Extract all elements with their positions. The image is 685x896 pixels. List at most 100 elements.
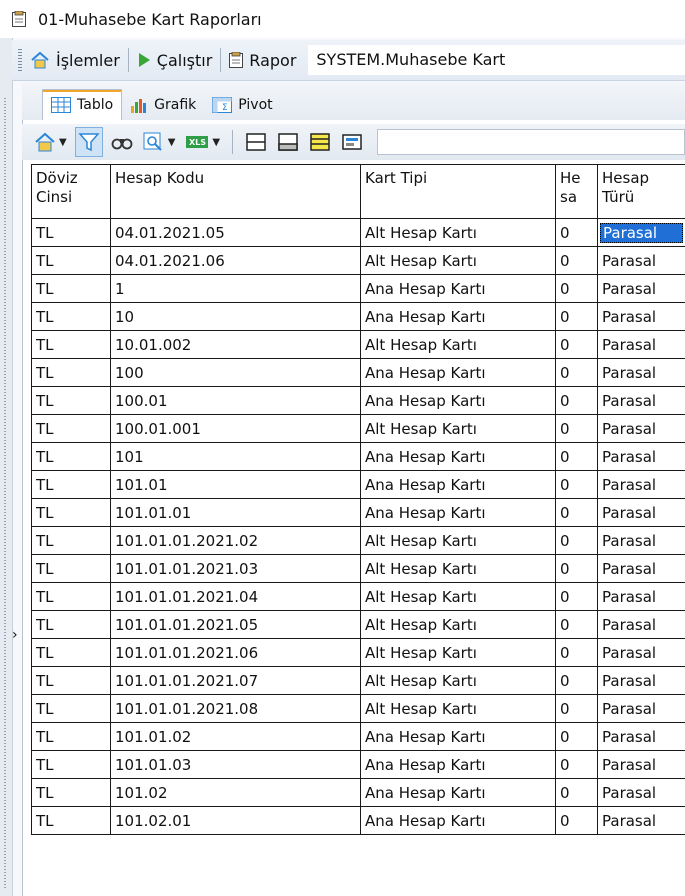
cell-hesap-kodu[interactable]: 101.02: [110, 778, 361, 807]
cell-hesap[interactable]: 0: [555, 302, 598, 331]
cell-hesap[interactable]: 0: [555, 414, 598, 443]
cell-hesap-kodu[interactable]: 101.01.01.2021.04: [110, 582, 361, 611]
cell-doviz-cinsi[interactable]: TL: [31, 414, 111, 443]
cell-doviz-cinsi[interactable]: TL: [31, 246, 111, 275]
table-row[interactable]: TL 101.01 Ana Hesap Kartı 0 Parasal: [31, 470, 685, 499]
cell-hesap-kodu[interactable]: 1: [110, 274, 361, 303]
cell-hesap[interactable]: 0: [555, 554, 598, 583]
cell-hesap-turu[interactable]: Parasal: [597, 694, 685, 723]
table-row[interactable]: TL 101.01.01.2021.03 Alt Hesap Kartı 0 Paras…: [31, 554, 685, 583]
table-row[interactable]: TL 101.01.02 Ana Hesap Kartı 0 Parasal: [31, 722, 685, 751]
cell-hesap-turu[interactable]: Parasal: [597, 610, 685, 639]
table-row[interactable]: TL 101.01.01.2021.04 Alt Hesap Kartı 0 Paras…: [31, 582, 685, 611]
cell-doviz-cinsi[interactable]: TL: [31, 722, 111, 751]
cell-hesap-turu[interactable]: Parasal: [597, 414, 685, 443]
table-row[interactable]: TL 101.02.01 Ana Hesap Kartı 0 Parasal: [31, 806, 685, 835]
cell-kart-tipi[interactable]: Alt Hesap Kartı: [360, 554, 556, 583]
cell-hesap[interactable]: 0: [555, 806, 598, 835]
tab-tablo[interactable]: Tablo: [42, 89, 123, 120]
cell-kart-tipi[interactable]: Ana Hesap Kartı: [360, 442, 556, 471]
cell-doviz-cinsi[interactable]: TL: [31, 806, 111, 835]
cell-kart-tipi[interactable]: Alt Hesap Kartı: [360, 526, 556, 555]
cell-hesap[interactable]: 0: [555, 386, 598, 415]
column-header-hesap[interactable]: He sa: [555, 164, 598, 219]
cell-hesap-kodu[interactable]: 101.01.02: [110, 722, 361, 751]
cell-kart-tipi[interactable]: Alt Hesap Kartı: [360, 666, 556, 695]
cell-hesap-turu[interactable]: Parasal: [597, 246, 685, 275]
cell-kart-tipi[interactable]: Ana Hesap Kartı: [360, 806, 556, 835]
cell-hesap[interactable]: 0: [555, 330, 598, 359]
table-row[interactable]: TL 101.01.01.2021.02 Alt Hesap Kartı 0 Paras…: [31, 526, 685, 555]
cell-kart-tipi[interactable]: Alt Hesap Kartı: [360, 330, 556, 359]
cell-hesap-kodu[interactable]: 101.01.01.2021.03: [110, 554, 361, 583]
cell-kart-tipi[interactable]: Ana Hesap Kartı: [360, 274, 556, 303]
cell-doviz-cinsi[interactable]: TL: [31, 358, 111, 387]
cell-hesap-turu[interactable]: Parasal: [597, 274, 685, 303]
cell-doviz-cinsi[interactable]: TL: [31, 330, 111, 359]
cell-hesap[interactable]: 0: [555, 638, 598, 667]
cell-hesap-turu[interactable]: Parasal: [597, 470, 685, 499]
cell-hesap-turu[interactable]: Parasal: [597, 526, 685, 555]
cell-hesap[interactable]: 0: [555, 722, 598, 751]
cell-kart-tipi[interactable]: Ana Hesap Kartı: [360, 470, 556, 499]
table-row[interactable]: TL 100.01.001 Alt Hesap Kartı 0 Parasal: [31, 414, 685, 443]
cell-kart-tipi[interactable]: Ana Hesap Kartı: [360, 722, 556, 751]
cell-hesap-turu[interactable]: Parasal: [597, 498, 685, 527]
column-chooser-button[interactable]: [339, 128, 365, 156]
cell-hesap-kodu[interactable]: 101.02.01: [110, 806, 361, 835]
column-header-hesap-kodu[interactable]: Hesap Kodu: [110, 164, 361, 219]
cell-doviz-cinsi[interactable]: TL: [31, 526, 111, 555]
cell-hesap-kodu[interactable]: 101.01.01: [110, 498, 361, 527]
column-header-hesap-turu[interactable]: Hesap Türü: [597, 164, 685, 219]
cell-hesap[interactable]: 0: [555, 750, 598, 779]
cell-doviz-cinsi[interactable]: TL: [31, 554, 111, 583]
cell-hesap-kodu[interactable]: 101.01: [110, 470, 361, 499]
cell-hesap-kodu[interactable]: 04.01.2021.05: [110, 218, 361, 247]
cell-doviz-cinsi[interactable]: TL: [31, 750, 111, 779]
cell-hesap[interactable]: 0: [555, 442, 598, 471]
cell-hesap-turu[interactable]: Parasal: [597, 358, 685, 387]
cell-kart-tipi[interactable]: Ana Hesap Kartı: [360, 498, 556, 527]
grid-search-input[interactable]: [377, 129, 685, 155]
cell-hesap[interactable]: 0: [555, 218, 598, 247]
cell-hesap-kodu[interactable]: 101.01.01.2021.02: [110, 526, 361, 555]
cell-doviz-cinsi[interactable]: TL: [31, 610, 111, 639]
cell-hesap-kodu[interactable]: 101.01.01.2021.07: [110, 666, 361, 695]
cell-doviz-cinsi[interactable]: TL: [31, 302, 111, 331]
calistir-button[interactable]: Çalıştır: [129, 51, 221, 70]
cell-hesap[interactable]: 0: [555, 778, 598, 807]
cell-hesap-kodu[interactable]: 101.01.01.2021.08: [110, 694, 361, 723]
cell-hesap[interactable]: 0: [555, 610, 598, 639]
cell-hesap-kodu[interactable]: 101: [110, 442, 361, 471]
cell-hesap-turu[interactable]: Parasal: [597, 554, 685, 583]
table-row[interactable]: TL 1 Ana Hesap Kartı 0 Parasal: [31, 274, 685, 303]
islemler-menu[interactable]: İşlemler: [22, 51, 128, 70]
table-row[interactable]: TL 101.01.01.2021.07 Alt Hesap Kartı 0 Paras…: [31, 666, 685, 695]
table-row[interactable]: TL 10.01.002 Alt Hesap Kartı 0 Parasal: [31, 330, 685, 359]
layout-button-1[interactable]: [243, 128, 269, 156]
cell-kart-tipi[interactable]: Ana Hesap Kartı: [360, 302, 556, 331]
zoom-dropdown-button[interactable]: ▼: [141, 128, 178, 156]
table-row[interactable]: TL 101.01.01.2021.08 Alt Hesap Kartı 0 Paras…: [31, 694, 685, 723]
cell-hesap-turu[interactable]: Parasal: [597, 442, 685, 471]
table-row[interactable]: TL 10 Ana Hesap Kartı 0 Parasal: [31, 302, 685, 331]
table-row[interactable]: TL 101.01.01 Ana Hesap Kartı 0 Parasal: [31, 498, 685, 527]
cell-kart-tipi[interactable]: Alt Hesap Kartı: [360, 638, 556, 667]
cell-doviz-cinsi[interactable]: TL: [31, 218, 111, 247]
cell-kart-tipi[interactable]: Ana Hesap Kartı: [360, 386, 556, 415]
cell-hesap-kodu[interactable]: 100.01.001: [110, 414, 361, 443]
cell-hesap-turu[interactable]: Parasal: [597, 722, 685, 751]
cell-hesap-turu[interactable]: Parasal: [597, 778, 685, 807]
cell-doviz-cinsi[interactable]: TL: [31, 694, 111, 723]
cell-doviz-cinsi[interactable]: TL: [31, 470, 111, 499]
home-dropdown-button[interactable]: ▼: [32, 128, 69, 156]
cell-hesap[interactable]: 0: [555, 498, 598, 527]
table-row[interactable]: TL 100 Ana Hesap Kartı 0 Parasal: [31, 358, 685, 387]
cell-hesap-kodu[interactable]: 100: [110, 358, 361, 387]
cell-hesap-kodu[interactable]: 10: [110, 302, 361, 331]
cell-kart-tipi[interactable]: Ana Hesap Kartı: [360, 778, 556, 807]
cell-doviz-cinsi[interactable]: TL: [31, 498, 111, 527]
cell-hesap[interactable]: 0: [555, 358, 598, 387]
table-row[interactable]: TL 04.01.2021.06 Alt Hesap Kartı 0 Parasal: [31, 246, 685, 275]
cell-hesap-kodu[interactable]: 04.01.2021.06: [110, 246, 361, 275]
